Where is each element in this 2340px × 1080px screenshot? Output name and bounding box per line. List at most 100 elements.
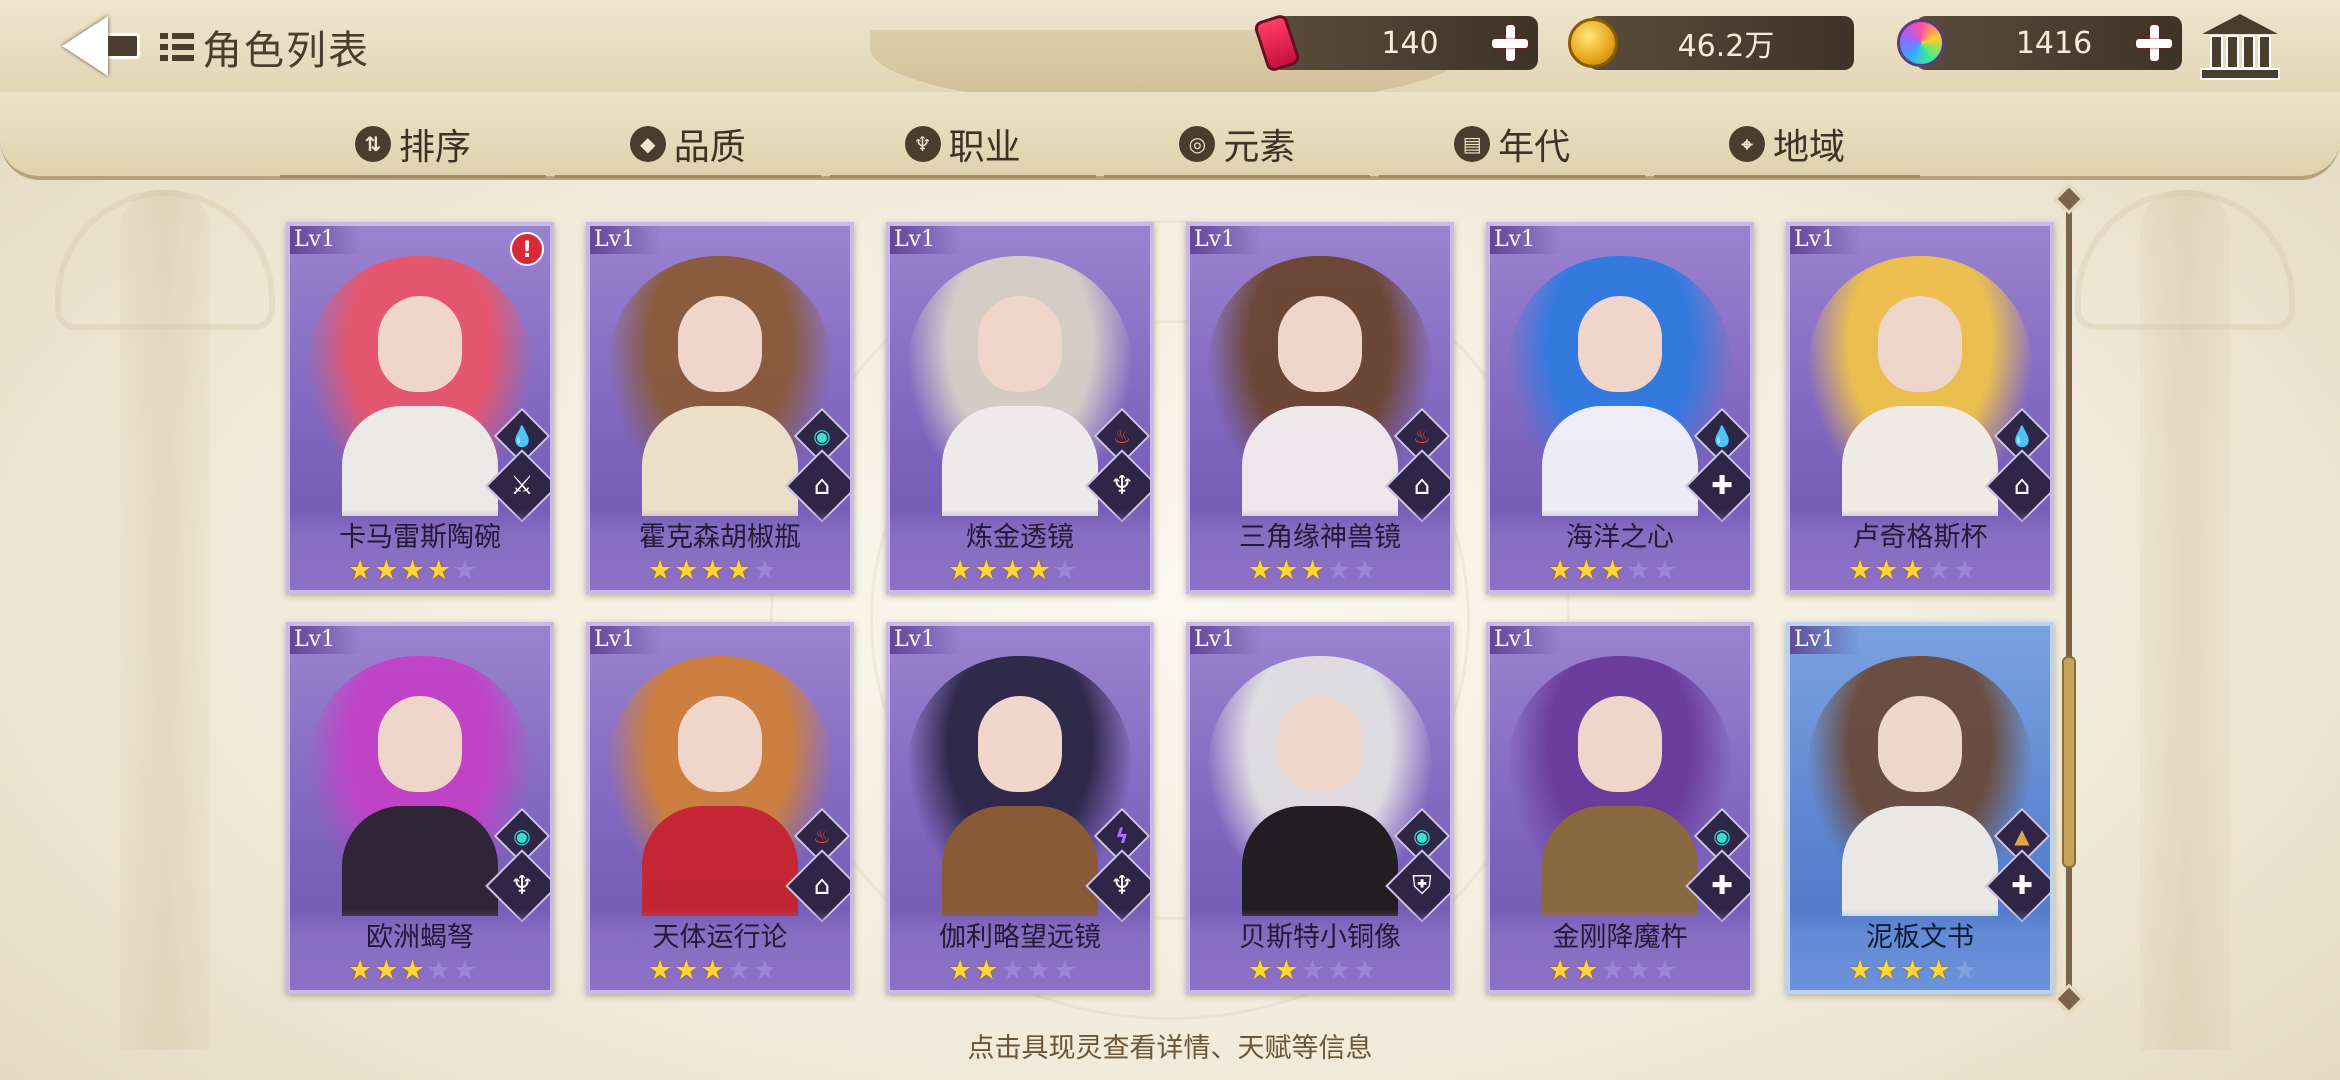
level-tag: Lv1 <box>290 226 360 254</box>
stamina-value: 140 <box>1381 25 1439 61</box>
gold-value: 46.2万 <box>1677 29 1775 64</box>
star-filled-icon: ★ <box>1274 555 1299 586</box>
star-filled-icon: ★ <box>1574 555 1599 586</box>
character-card[interactable]: Lv1 ▲ ✚ 泥板文书 ★ ★ ★ ★ ★ <box>1786 622 2054 994</box>
level-tag: Lv1 <box>590 626 660 654</box>
star-filled-icon: ★ <box>1926 955 1951 986</box>
star-empty-icon: ★ <box>1052 955 1078 986</box>
filter-tab-3[interactable]: ◎ 元素 <box>1104 112 1371 178</box>
filter-tab-2[interactable]: ♆ 职业 <box>829 112 1096 178</box>
era-icon: ▤ <box>1454 125 1491 162</box>
stamina-counter: 140 <box>1252 13 1538 73</box>
filter-tab-label: 排序 <box>398 126 471 168</box>
portrait-face <box>1278 696 1362 792</box>
character-grid: Lv1! 💧 ⚔ 卡马雷斯陶碗 ★ ★ ★ ★ ★ Lv1 ◉ ⌂ 霍克森胡椒瓶 ★ ★ ★ ★ ★ Lv1 ♨ ♆ 炼金… <box>286 222 2054 996</box>
star-filled-icon: ★ <box>648 555 673 586</box>
portrait-face <box>1578 696 1662 792</box>
scrollbar-track[interactable] <box>2066 196 2072 1000</box>
add-gems-button[interactable] <box>2134 23 2174 63</box>
star-filled-icon: ★ <box>726 555 751 586</box>
star-filled-icon: ★ <box>374 555 399 586</box>
character-card[interactable]: Lv1 💧 ✚ 海洋之心 ★ ★ ★ ★ ★ <box>1486 222 1754 594</box>
star-filled-icon: ★ <box>400 955 425 986</box>
portrait-outfit <box>342 806 498 916</box>
character-card[interactable]: Lv1 ◉ ⌂ 霍克森胡椒瓶 ★ ★ ★ ★ ★ <box>586 222 854 594</box>
star-empty-icon: ★ <box>1352 955 1378 986</box>
level-tag: Lv1 <box>1790 626 1860 654</box>
character-name: 泥板文书 <box>1866 922 1974 953</box>
portrait-face <box>378 296 462 392</box>
page-header: 角色列表 <box>160 18 370 76</box>
star-filled-icon: ★ <box>1026 555 1051 586</box>
star-rating: ★ ★ ★ ★ ★ <box>948 556 1077 586</box>
museum-button[interactable] <box>2200 14 2280 80</box>
list-icon <box>160 33 194 61</box>
character-card[interactable]: Lv1 ◉ ⛨ 贝斯特小铜像 ★ ★ ★ ★ ★ <box>1186 622 1454 994</box>
character-name: 金刚降魔杵 <box>1552 922 1688 953</box>
star-filled-icon: ★ <box>674 555 699 586</box>
filter-tab-1[interactable]: ◆ 品质 <box>554 112 821 178</box>
level-tag: Lv1 <box>590 226 660 254</box>
star-empty-icon: ★ <box>1652 555 1678 586</box>
star-empty-icon: ★ <box>726 955 751 986</box>
star-filled-icon: ★ <box>1600 555 1625 586</box>
hint-text: 点击具现灵查看详情、天赋等信息 <box>967 1033 1373 1064</box>
star-filled-icon: ★ <box>1900 955 1925 986</box>
level-tag: Lv1 <box>1490 626 1560 654</box>
star-filled-icon: ★ <box>1574 955 1599 986</box>
portrait-outfit <box>1242 406 1398 516</box>
character-card[interactable]: Lv1 ϟ ♆ 伽利略望远镜 ★ ★ ★ ★ ★ <box>886 622 1154 994</box>
portrait-outfit <box>642 806 798 916</box>
filter-tab-0[interactable]: ⇅ 排序 <box>280 112 546 178</box>
character-name: 欧洲蝎弩 <box>366 922 474 953</box>
character-card[interactable]: Lv1 ♨ ⌂ 天体运行论 ★ ★ ★ ★ ★ <box>586 622 854 994</box>
character-card[interactable]: Lv1 💧 ⌂ 卢奇格斯杯 ★ ★ ★ ★ ★ <box>1786 222 2054 594</box>
character-card[interactable]: Lv1 ◉ ♆ 欧洲蝎弩 ★ ★ ★ ★ ★ <box>286 622 554 994</box>
sort-icon: ⇅ <box>354 125 391 162</box>
star-filled-icon: ★ <box>700 955 725 986</box>
star-rating: ★ ★ ★ ★ ★ <box>648 956 777 986</box>
star-filled-icon: ★ <box>700 555 725 586</box>
character-card[interactable]: Lv1 ♨ ♆ 炼金透镜 ★ ★ ★ ★ ★ <box>886 222 1154 594</box>
portrait-face <box>1278 296 1362 392</box>
star-empty-icon: ★ <box>1326 555 1351 586</box>
character-name: 海洋之心 <box>1566 522 1674 553</box>
star-filled-icon: ★ <box>1248 955 1273 986</box>
star-filled-icon: ★ <box>426 555 451 586</box>
star-empty-icon: ★ <box>1600 955 1625 986</box>
back-arrow-icon <box>62 16 108 76</box>
portrait-outfit <box>642 406 798 516</box>
character-name: 霍克森胡椒瓶 <box>639 522 801 553</box>
character-card[interactable]: Lv1! 💧 ⚔ 卡马雷斯陶碗 ★ ★ ★ ★ ★ <box>286 222 554 594</box>
star-empty-icon: ★ <box>1300 955 1325 986</box>
character-name: 贝斯特小铜像 <box>1239 922 1401 953</box>
character-name: 三角缘神兽镜 <box>1239 522 1401 553</box>
star-filled-icon: ★ <box>1548 955 1573 986</box>
scrollbar-thumb[interactable] <box>2062 656 2076 868</box>
level-tag: Lv1 <box>1190 626 1260 654</box>
filter-tab-label: 年代 <box>1498 126 1571 168</box>
star-filled-icon: ★ <box>948 555 973 586</box>
character-card[interactable]: Lv1 ◉ ✚ 金刚降魔杵 ★ ★ ★ ★ ★ <box>1486 622 1754 994</box>
star-rating: ★ ★ ★ ★ ★ <box>948 956 1077 986</box>
character-card[interactable]: Lv1 ♨ ⌂ 三角缘神兽镜 ★ ★ ★ ★ ★ <box>1186 222 1454 594</box>
character-name: 卢奇格斯杯 <box>1852 522 1988 553</box>
star-filled-icon: ★ <box>1248 555 1273 586</box>
star-filled-icon: ★ <box>1874 555 1899 586</box>
portrait-face <box>1878 296 1962 392</box>
star-rating: ★ ★ ★ ★ ★ <box>1548 956 1677 986</box>
star-empty-icon: ★ <box>1652 955 1678 986</box>
page-title: 角色列表 <box>202 28 370 74</box>
quality-icon: ◆ <box>629 125 666 162</box>
filter-tab-4[interactable]: ▤ 年代 <box>1379 112 1646 178</box>
filter-tab-5[interactable]: ⌖ 地域 <box>1653 112 1920 178</box>
star-filled-icon: ★ <box>674 955 699 986</box>
star-filled-icon: ★ <box>1274 955 1299 986</box>
add-stamina-button[interactable] <box>1490 23 1530 63</box>
alert-badge-icon: ! <box>510 232 544 266</box>
star-filled-icon: ★ <box>1900 555 1925 586</box>
star-filled-icon: ★ <box>1000 555 1025 586</box>
star-filled-icon: ★ <box>1548 555 1573 586</box>
star-filled-icon: ★ <box>1848 955 1873 986</box>
back-button[interactable] <box>56 14 146 78</box>
